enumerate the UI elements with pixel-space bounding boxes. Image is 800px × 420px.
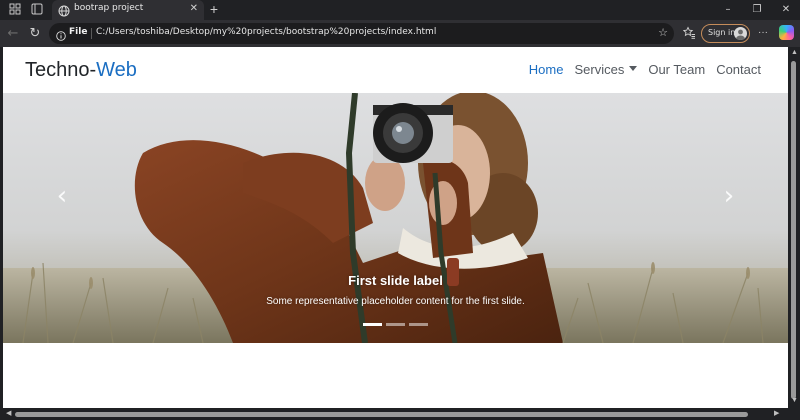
url-text[interactable]: C:/Users/toshiba/Desktop/my%20projects/b… (96, 27, 436, 37)
caret-down-icon (629, 66, 638, 71)
nav-link-services[interactable]: Services (574, 62, 638, 77)
refresh-icon[interactable]: ↻ (27, 26, 43, 42)
vertical-scroll-thumb[interactable] (791, 61, 796, 399)
scroll-down-icon[interactable]: ▼ (791, 397, 798, 404)
nav-links: Home Services Our Team Contact (529, 62, 761, 77)
slide-caption-text: Some representative placeholder content … (266, 296, 525, 307)
tab-actions-icon[interactable] (30, 3, 44, 17)
tab-title: bootrap project (74, 3, 144, 13)
browser-toolbar: ← ↻ File C:/Users/toshiba/Desktop/my%20p… (0, 20, 800, 47)
horizontal-scroll-thumb[interactable] (15, 412, 748, 417)
minimize-button[interactable]: – (718, 2, 738, 18)
page-viewport: Techno-Web Home Services Our Team Contac… (3, 47, 788, 408)
restore-button[interactable]: ❐ (747, 2, 767, 18)
star-icon[interactable]: ☆ (658, 27, 668, 39)
sign-in-label: Sign in (708, 28, 736, 37)
close-window-button[interactable]: ✕ (776, 2, 796, 18)
scroll-right-icon[interactable]: ▶ (774, 409, 779, 417)
site-navbar: Techno-Web Home Services Our Team Contac… (3, 47, 788, 93)
carousel-indicators (363, 323, 428, 326)
scroll-up-icon[interactable]: ▲ (791, 49, 798, 56)
carousel-next-button[interactable]: › (714, 181, 744, 211)
carousel-indicator-3[interactable] (409, 323, 428, 326)
workspaces-icon[interactable] (8, 3, 22, 17)
horizontal-scrollbar[interactable]: ◀ ▶ (0, 408, 800, 420)
slide-caption-title: First slide label (348, 273, 443, 288)
info-icon[interactable] (56, 28, 66, 41)
address-bar[interactable]: File C:/Users/toshiba/Desktop/my%20proje… (49, 23, 674, 44)
sign-in-button[interactable]: Sign in (701, 24, 750, 43)
avatar (734, 27, 747, 40)
vertical-scrollbar[interactable]: ▲ ▼ (788, 47, 800, 408)
carousel-indicator-1[interactable] (363, 323, 382, 326)
hero-carousel: ‹ › First slide label Some representativ… (3, 93, 788, 343)
carousel-indicator-2[interactable] (386, 323, 405, 326)
browser-tab[interactable]: bootrap project ✕ (52, 0, 204, 20)
more-menu-icon[interactable]: ··· (756, 26, 770, 40)
carousel-prev-button[interactable]: ‹ (47, 181, 77, 211)
file-scheme-label: File (69, 27, 88, 37)
brand-logo[interactable]: Techno-Web (25, 59, 137, 82)
nav-link-home[interactable]: Home (529, 62, 564, 77)
copilot-icon[interactable] (779, 25, 794, 40)
nav-link-our-team[interactable]: Our Team (648, 62, 705, 77)
brand-accent: Web (96, 59, 137, 81)
nav-link-services-label: Services (574, 62, 625, 77)
nav-link-contact[interactable]: Contact (716, 62, 761, 77)
brand-main: Techno- (25, 59, 97, 81)
globe-icon (58, 4, 70, 17)
address-divider (91, 28, 92, 39)
scroll-left-icon[interactable]: ◀ (6, 409, 11, 417)
new-tab-button[interactable]: + (207, 1, 221, 17)
browser-titlebar: bootrap project ✕ + – ❐ ✕ (0, 0, 800, 20)
favorites-icon[interactable] (682, 26, 696, 40)
tab-close-icon[interactable]: ✕ (190, 3, 198, 14)
back-arrow-icon[interactable]: ← (5, 26, 21, 42)
